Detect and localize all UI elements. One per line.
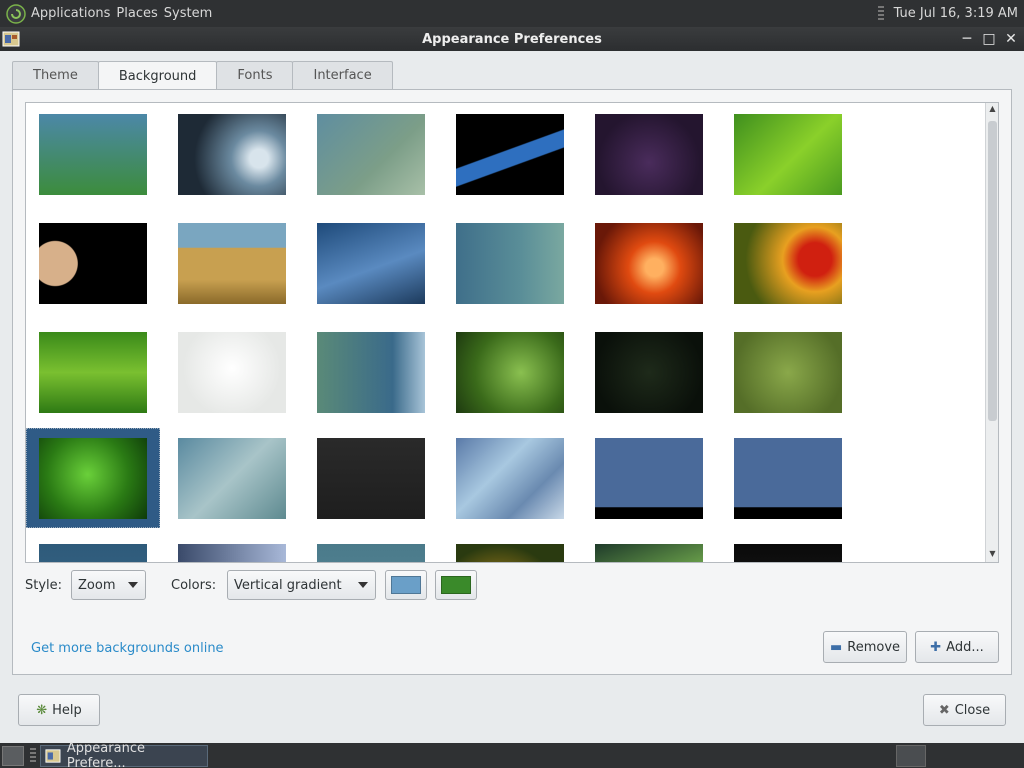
- chevron-down-icon: [128, 582, 138, 588]
- wallpaper-mate-green[interactable]: [734, 332, 842, 413]
- tab-fonts[interactable]: Fonts: [216, 61, 294, 89]
- style-value: Zoom: [78, 577, 116, 593]
- help-button[interactable]: ❋ Help: [18, 694, 100, 726]
- window-titlebar[interactable]: Appearance Preferences ─ □ ✕: [0, 27, 1024, 51]
- style-combo[interactable]: Zoom: [71, 570, 146, 600]
- add-label: Add...: [946, 639, 984, 655]
- wallpaper-blue-leaf-drops[interactable]: [317, 223, 425, 304]
- wallpaper-crystal-blue[interactable]: [456, 438, 564, 519]
- close-button[interactable]: ✖ Close: [923, 694, 1006, 726]
- wallpaper-green-grass[interactable]: [39, 332, 147, 413]
- panel-handle[interactable]: [877, 5, 884, 22]
- tab-bar: Theme Background Fonts Interface: [12, 61, 393, 90]
- secondary-color-swatch: [441, 576, 471, 594]
- scroll-down-icon[interactable]: ▼: [987, 549, 998, 561]
- minus-icon: ▬: [829, 639, 843, 655]
- wallpaper-crystal-blue-dark[interactable]: [595, 438, 703, 519]
- wallpaper-mate-dark[interactable]: [595, 332, 703, 413]
- wallpaper-arch-bubbles[interactable]: [595, 114, 703, 195]
- window-close-icon[interactable]: ✕: [1002, 29, 1020, 49]
- background-panel: ▲ ▼ Style: Zoom Colors: Vertical gradien…: [12, 89, 1012, 675]
- wallpaper-blue-green-blur[interactable]: [317, 114, 425, 195]
- remove-button[interactable]: ▬ Remove: [823, 631, 907, 663]
- primary-color-swatch: [391, 576, 421, 594]
- tab-theme[interactable]: Theme: [12, 61, 99, 89]
- add-button[interactable]: ✚ Add...: [915, 631, 999, 663]
- wallpaper-dew-leaf[interactable]: [39, 438, 147, 519]
- wallpaper-blue-ribbon[interactable]: [317, 332, 425, 413]
- remove-label: Remove: [847, 639, 901, 655]
- wallpaper-grass-beach[interactable]: [178, 223, 286, 304]
- wallpaper-blue-lights-partial[interactable]: [178, 544, 286, 562]
- grid-scrollbar[interactable]: ▲ ▼: [985, 103, 998, 562]
- close-label: Close: [954, 702, 991, 718]
- scrollbar-thumb[interactable]: [988, 121, 997, 421]
- bottom-panel: Appearance Prefere...: [0, 741, 1024, 768]
- wallpaper-jupiter[interactable]: [39, 223, 147, 304]
- wallpaper-teal-partial[interactable]: [317, 544, 425, 562]
- wallpaper-green-leaf[interactable]: [734, 114, 842, 195]
- wallpaper-water-drop[interactable]: [178, 114, 286, 195]
- menu-applications[interactable]: Applications: [31, 6, 116, 21]
- wallpaper-teal-bokeh[interactable]: [456, 223, 564, 304]
- minimize-icon[interactable]: ─: [958, 29, 976, 49]
- wallpaper-yellow-partial[interactable]: [456, 544, 564, 562]
- workspace-switcher[interactable]: [896, 745, 926, 767]
- wallpaper-blue-partial[interactable]: [39, 544, 147, 562]
- taskbar-item-label: Appearance Prefere...: [66, 740, 145, 768]
- appearance-app-icon: [45, 748, 61, 763]
- wallpaper-ladybug-leaf[interactable]: [456, 332, 564, 413]
- plus-icon: ✚: [930, 639, 942, 655]
- wallpaper-crystal-blue-dark-2[interactable]: [734, 438, 842, 519]
- wallpaper-archlinux-dark[interactable]: [317, 438, 425, 519]
- menu-system[interactable]: System: [164, 6, 218, 21]
- mate-logo-icon[interactable]: [6, 3, 26, 24]
- close-icon: ✖: [938, 702, 950, 718]
- show-desktop-icon[interactable]: [2, 745, 24, 766]
- help-icon: ❋: [36, 702, 48, 718]
- appearance-window: Theme Background Fonts Interface ▲ ▼ Sty…: [0, 51, 1024, 743]
- wallpaper-grid[interactable]: ▲ ▼: [25, 102, 999, 563]
- taskbar-item-appearance[interactable]: Appearance Prefere...: [40, 741, 208, 768]
- scroll-up-icon[interactable]: ▲: [987, 104, 998, 116]
- wallpaper-arch-prism[interactable]: [456, 114, 564, 195]
- wallpaper-mate-white[interactable]: [178, 332, 286, 413]
- more-backgrounds-link[interactable]: Get more backgrounds online: [31, 641, 224, 656]
- tab-interface[interactable]: Interface: [292, 61, 393, 89]
- top-panel: Applications Places System Tue Jul 16, 3…: [0, 0, 1024, 27]
- secondary-color-button[interactable]: [435, 570, 477, 600]
- wallpaper-dark-partial[interactable]: [734, 544, 842, 562]
- wallpaper-orange-flower[interactable]: [595, 223, 703, 304]
- colors-combo[interactable]: Vertical gradient: [227, 570, 376, 600]
- clock[interactable]: Tue Jul 16, 3:19 AM: [894, 6, 1018, 21]
- chevron-down-icon: [358, 582, 368, 588]
- maximize-icon[interactable]: □: [980, 29, 998, 49]
- panel-handle[interactable]: [30, 747, 36, 764]
- appearance-app-icon[interactable]: [2, 30, 20, 48]
- wallpaper-blue-waves[interactable]: [178, 438, 286, 519]
- help-label: Help: [52, 702, 82, 718]
- window-title: Appearance Preferences: [422, 31, 602, 47]
- style-label: Style:: [25, 578, 63, 593]
- colors-label: Colors:: [171, 578, 217, 593]
- tab-background[interactable]: Background: [97, 61, 218, 90]
- primary-color-button[interactable]: [385, 570, 427, 600]
- colors-value: Vertical gradient: [234, 577, 342, 593]
- menu-places[interactable]: Places: [116, 6, 163, 21]
- wallpaper-vertical-gradient[interactable]: [39, 114, 147, 195]
- wallpaper-red-flower[interactable]: [734, 223, 842, 304]
- wallpaper-aurora-partial[interactable]: [595, 544, 703, 562]
- notebook: Theme Background Fonts Interface ▲ ▼ Sty…: [12, 61, 1012, 675]
